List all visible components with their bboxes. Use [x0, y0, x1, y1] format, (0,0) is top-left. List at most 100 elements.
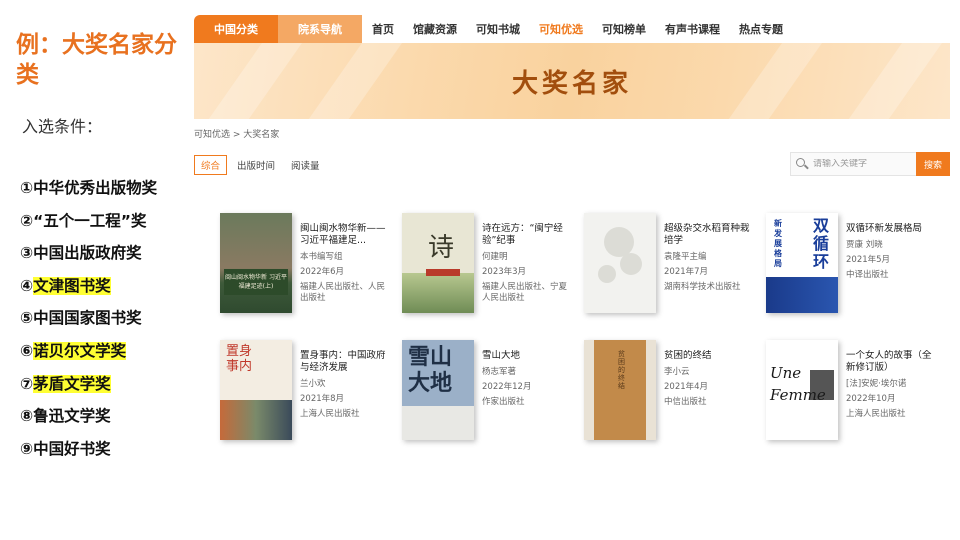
book-author: 袁隆平主编: [664, 252, 707, 262]
cover-text: 贫困的终结: [618, 350, 625, 390]
award-number: ⑨: [20, 439, 34, 458]
book-title[interactable]: 双循环新发展格局: [846, 223, 934, 235]
cover-text: 雪山大地: [408, 344, 453, 396]
book-info: 雪山大地 杨志军著 2022年12月 作家出版社: [482, 350, 570, 412]
cover-text: Une Femme: [770, 364, 826, 404]
book-publisher: 中译出版社: [846, 270, 889, 280]
nav-link[interactable]: 有声书课程: [665, 21, 720, 37]
book-cover[interactable]: 新发展格局 双循环: [766, 213, 838, 313]
book-publisher: 福建人民出版社、宁夏人民出版社: [482, 282, 568, 303]
book-cover[interactable]: 贫困的终结: [584, 340, 656, 440]
award-list: ①中华优秀出版物奖 ②“五个一工程”奖 ③中国出版政府奖 ④文津图书奖 ⑤中国国家图书奖…: [20, 176, 157, 469]
banner-title: 大奖名家: [511, 69, 632, 99]
award-item: ⑦茅盾文学奖: [20, 372, 157, 405]
award-item: ①中华优秀出版物奖: [20, 176, 157, 209]
book-title[interactable]: 贫困的终结: [664, 350, 752, 362]
book-card[interactable]: 雪山大地 雪山大地 杨志军著 2022年12月 作家出版社: [376, 328, 556, 440]
search-input[interactable]: [813, 159, 913, 169]
book-grid: 闽山闽水物华新 习近平福建足迹(上) 闽山闽水物华新——习近平福建足... 本书编写…: [194, 201, 950, 460]
nav-link[interactable]: 首页: [372, 21, 394, 37]
award-item: ②“五个一工程”奖: [20, 209, 157, 242]
book-info: 置身事内：中国政府与经济发展 兰小欢 2021年8月 上海人民出版社: [300, 350, 388, 424]
award-number: ⑧: [20, 407, 34, 426]
book-date: 2021年7月: [664, 267, 709, 277]
book-publisher: 上海人民出版社: [846, 409, 906, 419]
book-author: 贾康 刘晓: [846, 240, 883, 250]
book-date: 2021年5月: [846, 255, 891, 265]
book-date: 2022年12月: [482, 382, 532, 392]
nav-link[interactable]: 热点专题: [739, 21, 783, 37]
sort-option[interactable]: 出版时间: [237, 158, 275, 172]
book-info: 一个女人的故事（全新修订版） [法]安妮·埃尔诺 2022年10月 上海人民出版社: [846, 350, 934, 424]
book-card[interactable]: 新发展格局 双循环 双循环新发展格局 贾康 刘晓 2021年5月 中译出版社: [740, 201, 922, 313]
award-name: 中国出版政府奖: [33, 244, 142, 263]
award-item: ⑤中国国家图书奖: [20, 306, 157, 339]
book-author: [法]安妮·埃尔诺: [846, 379, 907, 389]
award-number: ④: [20, 276, 34, 295]
book-cover[interactable]: 雪山大地: [402, 340, 474, 440]
sort-option[interactable]: 综合: [194, 155, 228, 175]
search-box: [790, 152, 916, 176]
book-publisher: 中信出版社: [664, 397, 707, 407]
book-card[interactable]: 闽山闽水物华新 习近平福建足迹(上) 闽山闽水物华新——习近平福建足... 本书编写…: [194, 201, 386, 313]
book-author: 李小云: [664, 367, 690, 377]
book-info: 闽山闽水物华新——习近平福建足... 本书编写组 2022年6月 福建人民出版社、人民…: [300, 223, 388, 308]
book-info: 贫困的终结李小云 2021年4月 中信出版社: [664, 350, 752, 412]
tab-college-navigation[interactable]: 院系导航: [278, 15, 362, 43]
book-author: 何建明: [482, 252, 508, 262]
book-card[interactable]: 贫困的终结 贫困的终结 李小云 2021年4月 中信出版社: [558, 328, 738, 440]
book-date: 2022年10月: [846, 394, 896, 404]
slide-title: 例：大奖名家分类: [16, 32, 177, 88]
book-title[interactable]: 闽山闽水物华新——习近平福建足...: [300, 223, 388, 247]
sort-option[interactable]: 阅读量: [291, 158, 320, 172]
nav-link[interactable]: 可知书城: [476, 21, 520, 37]
book-info: 超级杂交水稻育种栽培学 袁隆平主编 2021年7月 湖南科学技术出版社: [664, 223, 752, 297]
award-item: ③中国出版政府奖: [20, 241, 157, 274]
nav-link[interactable]: 可知优选: [539, 21, 583, 37]
breadcrumb[interactable]: 可知优选 > 大奖名家: [194, 127, 279, 140]
search-button[interactable]: 搜索: [916, 152, 950, 176]
book-cover[interactable]: 诗: [402, 213, 474, 313]
book-title[interactable]: 置身事内：中国政府与经济发展: [300, 350, 388, 374]
book-date: 2021年4月: [664, 382, 709, 392]
cover-text: 双循环: [812, 216, 829, 271]
book-publisher: 上海人民出版社: [300, 409, 360, 419]
award-name: 中国好书奖: [33, 439, 111, 458]
banner: 大奖名家: [194, 43, 950, 119]
award-number: ③: [20, 244, 34, 263]
tab-china-classification[interactable]: 中国分类: [194, 15, 278, 43]
book-title[interactable]: 诗在远方：“闽宁经验”纪事: [482, 223, 570, 247]
nav-links: 首页 馆藏资源 可知书城 可知优选 可知榜单 有声书课程 热点专题: [362, 21, 783, 37]
nav-link[interactable]: 馆藏资源: [413, 21, 457, 37]
book-card[interactable]: 诗 诗在远方：“闽宁经验”纪事 何建明 2023年3月 福建人民出版社、宁夏人民出版社: [376, 201, 567, 313]
award-number: ⑦: [20, 374, 34, 393]
book-cover[interactable]: [584, 213, 656, 313]
award-number: ⑤: [20, 309, 34, 328]
book-date: 2021年8月: [300, 394, 345, 404]
book-publisher: 作家出版社: [482, 397, 525, 407]
book-publisher: 福建人民出版社、人民出版社: [300, 282, 386, 303]
award-number: ①: [20, 179, 34, 197]
slide-panel: 例：大奖名家分类 入选条件： ①中华优秀出版物奖 ②“五个一工程”奖 ③中国出版政府…: [0, 0, 192, 540]
slide-subtitle: 入选条件：: [22, 117, 103, 136]
book-cover[interactable]: 置身事内: [220, 340, 292, 440]
award-item: ⑨中国好书奖: [20, 437, 157, 470]
book-author: 本书编写组: [300, 252, 343, 262]
book-cover[interactable]: Une Femme: [766, 340, 838, 440]
book-title[interactable]: 一个女人的故事（全新修订版）: [846, 350, 934, 374]
book-card[interactable]: 超级杂交水稻育种栽培学 袁隆平主编 2021年7月 湖南科学技术出版社: [558, 201, 750, 313]
sort-bar: 综合 出版时间 阅读量: [194, 155, 336, 175]
cover-text: 诗: [428, 233, 455, 263]
award-number: ②: [20, 211, 34, 230]
award-name: 诺贝尔文学奖: [33, 341, 127, 360]
book-title[interactable]: 超级杂交水稻育种栽培学: [664, 223, 752, 247]
nav-link[interactable]: 可知榜单: [602, 21, 646, 37]
book-info: 诗在远方：“闽宁经验”纪事 何建明 2023年3月 福建人民出版社、宁夏人民出版社: [482, 223, 570, 308]
book-title[interactable]: 雪山大地: [482, 350, 570, 362]
book-cover[interactable]: 闽山闽水物华新 习近平福建足迹(上): [220, 213, 292, 313]
top-nav: 中国分类 院系导航 首页 馆藏资源 可知书城 可知优选 可知榜单 有声书课程 热点专题: [194, 15, 950, 43]
book-card[interactable]: Une Femme 一个女人的故事（全新修订版） [法]安妮·埃尔诺 2022年10月…: [740, 328, 932, 440]
award-name: 中华优秀出版物奖: [33, 179, 158, 197]
cover-text: 闽山闽水物华新 习近平福建足迹(上): [224, 269, 288, 295]
book-card[interactable]: 置身事内 置身事内：中国政府与经济发展 兰小欢 2021年8月 上海人民出版社: [194, 328, 386, 440]
